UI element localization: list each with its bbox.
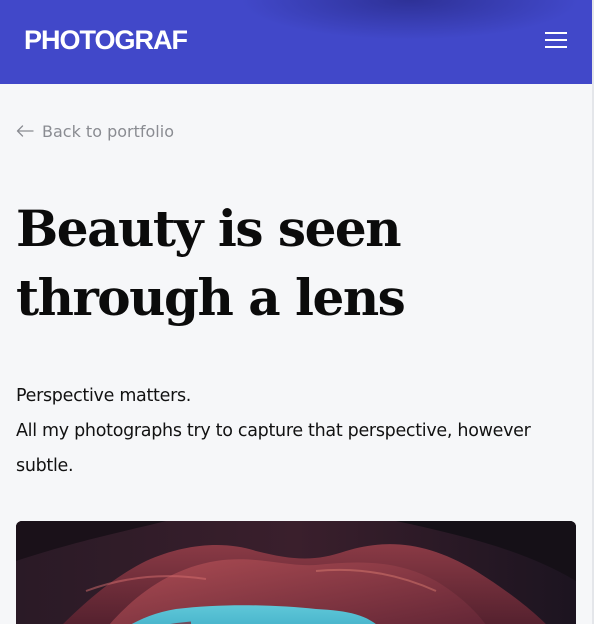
hamburger-menu-icon[interactable] xyxy=(538,26,574,54)
header-shadow-decoration xyxy=(240,0,580,40)
menu-line xyxy=(545,46,567,48)
canyon-rock-arch-photo xyxy=(16,521,576,624)
page-title: Beauty is seen through a lens xyxy=(16,194,556,332)
title-line-1: Beauty is seen xyxy=(16,199,402,258)
intro-line-1: Perspective matters. xyxy=(16,386,192,406)
intro-text: Perspective matters. All my photographs … xyxy=(16,379,576,484)
intro-line-2: All my photographs try to capture that p… xyxy=(16,421,531,476)
title-line-2: through a lens xyxy=(16,268,406,327)
back-link-label: Back to portfolio xyxy=(42,121,174,141)
hero-image xyxy=(16,521,576,624)
menu-line xyxy=(545,39,567,41)
back-to-portfolio-link[interactable]: Back to portfolio xyxy=(16,120,174,142)
arrow-left-icon xyxy=(16,125,34,137)
site-logo[interactable]: PHOTOGRAF xyxy=(24,24,188,56)
menu-line xyxy=(545,32,567,34)
site-header: PHOTOGRAF xyxy=(0,0,592,84)
